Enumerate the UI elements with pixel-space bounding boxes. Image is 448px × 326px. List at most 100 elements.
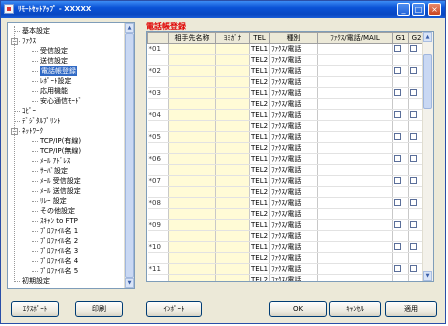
tree-item[interactable]: ﾌﾟﾛﾌｧｲﾙ名 1 (40, 226, 78, 236)
kind-cell[interactable]: ﾌｧｸｽ/電話 (269, 175, 319, 187)
number-cell[interactable] (317, 274, 394, 281)
tree-item[interactable]: ﾈｯﾄﾜｰｸ (22, 126, 43, 136)
tree-item[interactable]: ﾒｰﾙ 受信設定 (40, 176, 81, 186)
grid-scrollbar[interactable]: ▲ ▼ (422, 32, 433, 281)
number-cell[interactable] (317, 241, 394, 253)
group-checkbox-cell[interactable] (392, 43, 410, 55)
name-cell[interactable] (168, 87, 216, 99)
group-checkbox-cell[interactable] (392, 263, 410, 275)
group-checkbox-cell[interactable] (392, 230, 410, 242)
tree-item[interactable]: ｽｷｬﾝ to FTP (40, 216, 78, 226)
scroll-thumb[interactable] (125, 33, 134, 278)
group-checkbox[interactable] (410, 265, 418, 272)
tree-item[interactable]: 初期設定 (22, 276, 50, 286)
kind-cell[interactable]: ﾌｧｸｽ/電話 (269, 153, 319, 165)
number-cell[interactable] (317, 131, 394, 143)
tree-item[interactable]: ﾌﾟﾛﾌｧｲﾙ名 5 (40, 266, 78, 276)
group-checkbox[interactable] (410, 221, 418, 228)
number-cell[interactable] (317, 197, 394, 209)
kind-cell[interactable]: ﾌｧｸｽ/電話 (269, 87, 319, 99)
kind-cell[interactable]: ﾌｧｸｽ/電話 (269, 241, 319, 253)
name-cell[interactable] (168, 230, 216, 242)
group-checkbox-cell[interactable] (392, 131, 410, 143)
apply-button[interactable]: 適用 (385, 301, 437, 317)
table-row[interactable]: *10 TEL1 ﾌｧｸｽ/電話 (147, 241, 426, 253)
name-cell[interactable] (168, 175, 216, 187)
tree-item[interactable]: 応用機能 (40, 86, 68, 96)
table-row[interactable]: TEL2 ﾌｧｸｽ/電話 (147, 208, 426, 220)
kind-cell[interactable]: ﾌｧｸｽ/電話 (269, 219, 319, 231)
name-cell[interactable] (168, 142, 216, 154)
number-cell[interactable] (317, 120, 394, 132)
number-cell[interactable] (317, 164, 394, 176)
number-cell[interactable] (317, 98, 394, 110)
kind-cell[interactable]: ﾌｧｸｽ/電話 (269, 252, 319, 264)
reading-cell[interactable] (215, 186, 250, 198)
group-checkbox[interactable] (410, 243, 418, 250)
kind-cell[interactable]: ﾌｧｸｽ/電話 (269, 230, 319, 242)
kind-cell[interactable]: ﾌｧｸｽ/電話 (269, 76, 319, 88)
reading-cell[interactable] (215, 274, 250, 281)
table-row[interactable]: *08 TEL1 ﾌｧｸｽ/電話 (147, 197, 426, 209)
table-row[interactable]: *02 TEL1 ﾌｧｸｽ/電話 (147, 65, 426, 77)
group-checkbox[interactable] (394, 221, 402, 228)
group-checkbox[interactable] (394, 111, 402, 118)
scroll-down-icon[interactable]: ▼ (125, 278, 134, 288)
export-button[interactable]: ｴｸｽﾎﾟｰﾄ (11, 301, 59, 317)
table-row[interactable]: *07 TEL1 ﾌｧｸｽ/電話 (147, 175, 426, 187)
number-cell[interactable] (317, 153, 394, 165)
kind-cell[interactable]: ﾌｧｸｽ/電話 (269, 208, 319, 220)
name-cell[interactable] (168, 43, 216, 55)
title-bar[interactable]: ﾘﾓｰﾄｾｯﾄｱｯﾌﾟ - XXXXX _ □ × (1, 1, 445, 18)
table-row[interactable]: TEL2 ﾌｧｸｽ/電話 (147, 164, 426, 176)
number-cell[interactable] (317, 65, 394, 77)
name-cell[interactable] (168, 131, 216, 143)
table-row[interactable]: TEL2 ﾌｧｸｽ/電話 (147, 54, 426, 66)
tree-item[interactable]: ﾃﾞｼﾞﾀﾙﾌﾟﾘﾝﾄ (22, 116, 61, 126)
group-checkbox[interactable] (394, 199, 402, 206)
name-cell[interactable] (168, 109, 216, 121)
reading-cell[interactable] (215, 65, 250, 77)
group-checkbox-cell[interactable] (392, 120, 410, 132)
tree-item[interactable]: ｻｰﾊﾞ設定 (40, 166, 68, 176)
group-checkbox[interactable] (410, 155, 418, 162)
reading-cell[interactable] (215, 153, 250, 165)
tree-item[interactable]: ﾌﾟﾛﾌｧｲﾙ名 3 (40, 246, 78, 256)
group-checkbox[interactable] (410, 67, 418, 74)
name-cell[interactable] (168, 274, 216, 281)
group-checkbox[interactable] (394, 45, 402, 52)
table-row[interactable]: TEL2 ﾌｧｸｽ/電話 (147, 76, 426, 88)
kind-cell[interactable]: ﾌｧｸｽ/電話 (269, 263, 319, 275)
tree-item[interactable]: ﾌﾟﾛﾌｧｲﾙ名 2 (40, 236, 78, 246)
kind-cell[interactable]: ﾌｧｸｽ/電話 (269, 43, 319, 55)
name-cell[interactable] (168, 54, 216, 66)
table-row[interactable]: TEL2 ﾌｧｸｽ/電話 (147, 120, 426, 132)
column-header[interactable]: ﾌｧｸｽ/電話/MAIL (317, 32, 394, 44)
number-cell[interactable] (317, 186, 394, 198)
tree-item[interactable]: ﾚﾎﾟｰﾄ設定 (40, 76, 72, 86)
table-row[interactable]: *09 TEL1 ﾌｧｸｽ/電話 (147, 219, 426, 231)
group-checkbox[interactable] (394, 243, 402, 250)
reading-cell[interactable] (215, 252, 250, 264)
group-checkbox-cell[interactable] (392, 98, 410, 110)
group-checkbox-cell[interactable] (392, 197, 410, 209)
group-checkbox[interactable] (410, 199, 418, 206)
number-cell[interactable] (317, 142, 394, 154)
name-cell[interactable] (168, 208, 216, 220)
tree-item[interactable]: 送信設定 (40, 56, 68, 66)
kind-cell[interactable]: ﾌｧｸｽ/電話 (269, 98, 319, 110)
tree-item[interactable]: ﾘﾚｰ 設定 (40, 196, 67, 206)
column-header[interactable]: TEL (248, 32, 271, 44)
reading-cell[interactable] (215, 54, 250, 66)
table-row[interactable]: TEL2 ﾌｧｸｽ/電話 (147, 142, 426, 154)
number-cell[interactable] (317, 230, 394, 242)
name-cell[interactable] (168, 76, 216, 88)
reading-cell[interactable] (215, 98, 250, 110)
number-cell[interactable] (317, 43, 394, 55)
tree-scrollbar[interactable]: ▲ ▼ (124, 23, 134, 288)
number-cell[interactable] (317, 87, 394, 99)
table-row[interactable]: TEL2 ﾌｧｸｽ/電話 (147, 98, 426, 110)
tree-item[interactable]: 基本設定 (22, 26, 50, 36)
table-row[interactable]: TEL2 ﾌｧｸｽ/電話 (147, 230, 426, 242)
reading-cell[interactable] (215, 230, 250, 242)
